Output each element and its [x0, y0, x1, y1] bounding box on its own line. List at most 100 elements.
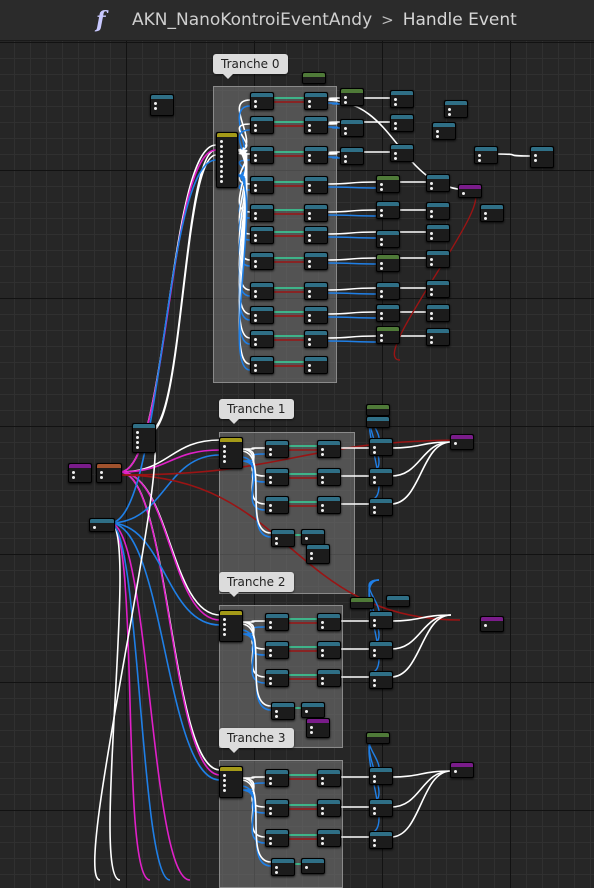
comment-title-tranche-3[interactable]: Tranche 3 — [219, 728, 294, 753]
call-node[interactable] — [369, 799, 393, 817]
call-node[interactable] — [530, 146, 554, 168]
call-node[interactable] — [426, 304, 450, 322]
get-node[interactable] — [250, 282, 274, 300]
variable-node[interactable] — [366, 732, 390, 744]
get-node[interactable] — [265, 641, 289, 659]
get-node[interactable] — [250, 146, 274, 164]
set-node[interactable] — [317, 769, 341, 787]
comment-title-tranche-2[interactable]: Tranche 2 — [219, 572, 294, 597]
set-node[interactable] — [304, 282, 328, 300]
event-input-node[interactable] — [68, 463, 92, 483]
get-node[interactable] — [265, 799, 289, 817]
get-node[interactable] — [306, 544, 330, 564]
call-node[interactable] — [376, 304, 400, 322]
get-node[interactable] — [265, 613, 289, 631]
set-node[interactable] — [304, 146, 328, 164]
get-node[interactable] — [250, 176, 274, 194]
switch-node[interactable] — [216, 132, 238, 188]
get-node[interactable] — [250, 92, 274, 110]
set-node[interactable] — [304, 204, 328, 222]
call-node[interactable] — [369, 611, 393, 629]
call-node[interactable] — [390, 144, 414, 162]
return-node[interactable] — [480, 616, 504, 632]
get-node[interactable] — [265, 669, 289, 687]
get-node[interactable] — [265, 440, 289, 458]
get-node[interactable] — [271, 858, 295, 876]
call-node[interactable] — [340, 147, 364, 165]
set-node[interactable] — [304, 356, 328, 374]
call-node[interactable] — [376, 254, 400, 272]
call-node[interactable] — [480, 204, 504, 222]
call-node[interactable] — [426, 202, 450, 220]
get-node[interactable] — [250, 356, 274, 374]
call-node[interactable] — [474, 146, 498, 164]
switch-node[interactable] — [219, 766, 243, 798]
variable-node[interactable] — [89, 518, 115, 532]
call-node[interactable] — [444, 100, 468, 118]
return-node[interactable] — [450, 434, 474, 450]
set-node[interactable] — [317, 799, 341, 817]
call-node[interactable] — [390, 114, 414, 132]
call-node[interactable] — [369, 831, 393, 849]
call-node[interactable] — [390, 90, 414, 108]
call-node[interactable] — [432, 122, 456, 140]
call-node[interactable] — [369, 438, 393, 456]
call-node[interactable] — [369, 767, 393, 785]
call-node[interactable] — [340, 119, 364, 137]
switch-node[interactable] — [219, 610, 243, 642]
set-node[interactable] — [304, 330, 328, 348]
get-node[interactable] — [271, 529, 295, 547]
call-node[interactable] — [369, 671, 393, 689]
get-node[interactable] — [306, 718, 330, 738]
get-node[interactable] — [265, 829, 289, 847]
get-node[interactable] — [265, 468, 289, 486]
set-node[interactable] — [317, 468, 341, 486]
get-node[interactable] — [250, 116, 274, 134]
set-node[interactable] — [317, 641, 341, 659]
switch-node[interactable] — [219, 437, 243, 469]
set-node[interactable] — [301, 529, 325, 545]
get-node[interactable] — [265, 496, 289, 514]
set-node[interactable] — [304, 116, 328, 134]
get-node[interactable] — [250, 226, 274, 244]
call-node[interactable] — [376, 326, 400, 344]
call-node[interactable] — [426, 174, 450, 192]
set-node[interactable] — [317, 496, 341, 514]
comment-title-tranche-0[interactable]: Tranche 0 — [213, 54, 288, 79]
set-node[interactable] — [317, 613, 341, 631]
get-node[interactable] — [265, 769, 289, 787]
breadcrumb-graph-name[interactable]: AKN_NanoKontroiEventAndy — [132, 10, 372, 30]
break-struct-node[interactable] — [96, 463, 122, 483]
sequence-node[interactable] — [132, 423, 156, 453]
call-node[interactable] — [369, 468, 393, 486]
set-node[interactable] — [304, 306, 328, 324]
return-node[interactable] — [450, 762, 474, 778]
call-node[interactable] — [426, 250, 450, 268]
set-node[interactable] — [304, 176, 328, 194]
call-node[interactable] — [458, 184, 482, 198]
variable-node[interactable] — [366, 416, 390, 428]
get-node[interactable] — [250, 204, 274, 222]
breadcrumb-function-name[interactable]: Handle Event — [403, 10, 517, 30]
call-node[interactable] — [369, 641, 393, 659]
set-node[interactable] — [301, 702, 325, 718]
get-node[interactable] — [250, 306, 274, 324]
call-node[interactable] — [376, 230, 400, 248]
comment-title-tranche-1[interactable]: Tranche 1 — [219, 399, 294, 424]
call-node[interactable] — [426, 224, 450, 242]
set-node[interactable] — [317, 669, 341, 687]
get-node[interactable] — [250, 252, 274, 270]
call-node[interactable] — [426, 328, 450, 346]
call-node[interactable] — [426, 280, 450, 298]
set-node[interactable] — [304, 226, 328, 244]
call-node[interactable] — [376, 175, 400, 193]
set-node[interactable] — [304, 252, 328, 270]
call-node[interactable] — [376, 201, 400, 219]
variable-node[interactable] — [150, 94, 174, 116]
variable-node[interactable] — [386, 595, 410, 607]
get-node[interactable] — [250, 330, 274, 348]
call-node[interactable] — [376, 282, 400, 300]
variable-node[interactable] — [302, 72, 326, 84]
set-node[interactable] — [317, 829, 341, 847]
variable-node[interactable] — [366, 404, 390, 416]
